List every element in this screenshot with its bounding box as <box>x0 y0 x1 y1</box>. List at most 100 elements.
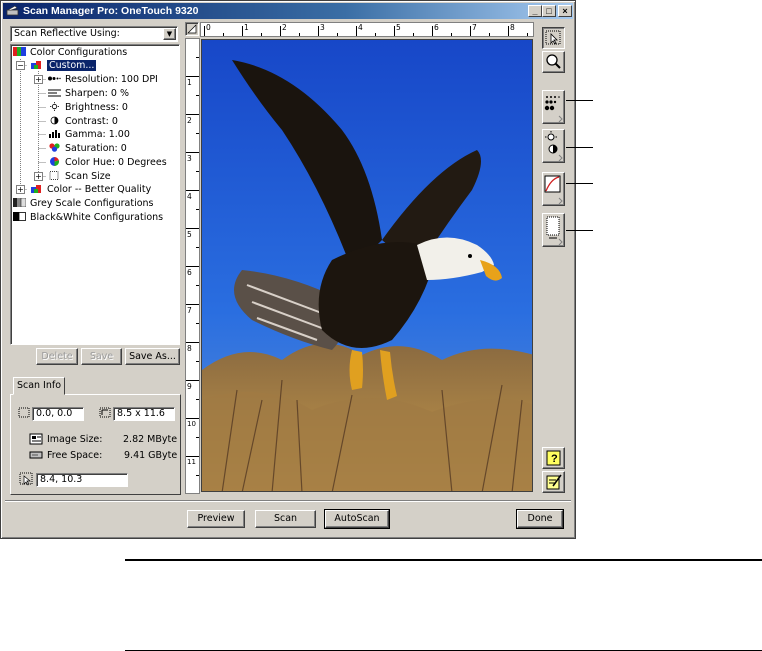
gamma-tool[interactable] <box>542 172 565 206</box>
free-space-value: 9.41 GByte <box>124 450 178 461</box>
tree-label-sharpen: Sharpen: 0 % <box>65 88 129 99</box>
configuration-tree[interactable]: Color Configurations − Custom... + Resol… <box>10 44 180 345</box>
ruler-label: 0 <box>206 23 211 32</box>
tree-item-sharpen[interactable]: Sharpen: 0 % <box>48 87 129 100</box>
tree-item-brightness[interactable]: Brightness: 0 <box>48 101 128 114</box>
black-white-icon <box>13 212 26 221</box>
title-bar: Scan Manager Pro: OneTouch 9320 _ □ × <box>3 3 573 19</box>
resolution-dots-icon <box>544 96 563 123</box>
tree-label-scan-size: Scan Size <box>65 171 111 182</box>
close-button[interactable]: × <box>558 5 572 17</box>
window-title: Scan Manager Pro: OneTouch 9320 <box>23 5 199 17</box>
collapse-icon[interactable]: − <box>16 61 25 70</box>
sharpen-icon <box>48 89 61 97</box>
delete-button[interactable]: Delete <box>36 348 78 365</box>
tree-item-color-configurations[interactable]: Color Configurations <box>13 46 127 59</box>
scan-size-tool[interactable] <box>542 213 565 247</box>
grey-scale-icon <box>13 198 26 207</box>
tree-label-contrast: Contrast: 0 <box>65 116 118 127</box>
tree-label-grey-scale: Grey Scale Configurations <box>30 198 154 209</box>
ruler-label: 7 <box>472 23 477 32</box>
eagle-photo <box>202 40 532 491</box>
resolution-tool[interactable] <box>542 90 565 124</box>
tree-label-color-hue: Color Hue: 0 Degrees <box>65 157 167 168</box>
contrast-icon <box>50 116 59 125</box>
save-button[interactable]: Save <box>81 348 122 365</box>
tree-item-gamma[interactable]: Gamma: 1.00 <box>48 128 130 141</box>
tree-item-custom[interactable]: Custom... <box>30 59 97 72</box>
expand-icon[interactable]: + <box>34 172 43 181</box>
tree-label-gamma: Gamma: 1.00 <box>65 129 130 140</box>
hard-drive-icon <box>29 451 43 459</box>
scan-source-dropdown[interactable]: Scan Reflective Using: ▼ <box>10 26 178 42</box>
ruler-corner <box>185 22 199 36</box>
cursor-position-field: 8.4, 10.3 <box>36 473 128 487</box>
scan-origin-icon <box>18 407 30 418</box>
separator <box>5 500 571 502</box>
tree-label-color-configurations: Color Configurations <box>30 47 128 58</box>
tab-scan-info[interactable]: Scan Info <box>13 377 65 395</box>
tree-item-grey-scale[interactable]: Grey Scale Configurations <box>13 197 154 210</box>
gamma-chart-icon <box>49 130 60 138</box>
scan-info-panel: 0.0, 0.0 8.5 x 11.6 Image Size: 2.82 MBy… <box>10 394 181 495</box>
tree-label-better-quality: Color -- Better Quality <box>47 184 152 195</box>
ruler-label: 3 <box>187 154 192 163</box>
ruler-label: 5 <box>187 230 192 239</box>
vertical-ruler: 1 2 3 4 5 6 7 8 9 10 11 <box>185 38 200 494</box>
tree-label-brightness: Brightness: 0 <box>65 102 128 113</box>
resolution-dots-icon <box>48 76 61 81</box>
horizontal-ruler: 0 1 2 3 4 5 6 7 8 <box>200 22 534 37</box>
ruler-label: 1 <box>187 78 192 87</box>
autoscan-button[interactable]: AutoScan <box>324 509 390 529</box>
brightness-contrast-tool[interactable] <box>542 129 565 163</box>
zoom-tool[interactable] <box>542 51 565 73</box>
ruler-label: 5 <box>396 23 401 32</box>
color-bars-icon <box>13 47 26 56</box>
tree-label-resolution: Resolution: 100 DPI <box>65 74 158 85</box>
image-size-label: Image Size: <box>47 434 103 445</box>
ruler-label: 2 <box>282 23 287 32</box>
ruler-label: 8 <box>510 23 515 32</box>
tree-item-contrast[interactable]: Contrast: 0 <box>48 115 118 128</box>
tree-item-saturation[interactable]: Saturation: 0 <box>48 142 127 155</box>
select-area-tool[interactable] <box>542 27 565 49</box>
tree-item-color-hue[interactable]: Color Hue: 0 Degrees <box>48 156 167 169</box>
notes-tool[interactable] <box>542 471 565 493</box>
minimize-button[interactable]: _ <box>528 5 542 17</box>
preview-image[interactable] <box>201 39 533 492</box>
cursor-position-icon <box>19 472 33 486</box>
ruler-label: 10 <box>187 420 196 428</box>
tree-item-resolution[interactable]: Resolution: 100 DPI <box>48 73 158 86</box>
ruler-label: 7 <box>187 306 192 315</box>
ruler-label: 11 <box>187 458 196 466</box>
tree-item-scan-size[interactable]: Scan Size <box>48 170 111 183</box>
tree-item-black-white[interactable]: Black&White Configurations <box>13 211 163 224</box>
svg-text:?: ? <box>551 453 558 465</box>
ruler-label: 4 <box>358 23 363 32</box>
maximize-button[interactable]: □ <box>542 5 556 17</box>
horizontal-ruler-ticks <box>204 26 528 36</box>
save-as-button[interactable]: Save As... <box>125 348 180 365</box>
page-size-icon <box>546 216 563 246</box>
chevron-down-icon[interactable]: ▼ <box>163 28 176 40</box>
scan-dimensions-field: 8.5 x 11.6 <box>113 407 175 421</box>
tree-label-saturation: Saturation: 0 <box>65 143 127 154</box>
scan-source-value: Scan Reflective Using: <box>14 28 120 39</box>
image-size-value: 2.82 MByte <box>123 434 178 445</box>
ruler-label: 1 <box>244 23 249 32</box>
note-pencil-icon <box>546 474 562 490</box>
tree-label-black-white: Black&White Configurations <box>30 212 164 223</box>
scan-button[interactable]: Scan <box>255 510 316 528</box>
ruler-label: 4 <box>187 192 192 201</box>
color-cubes-icon <box>31 61 41 69</box>
preview-button[interactable]: Preview <box>187 510 245 528</box>
expand-icon[interactable]: + <box>34 75 43 84</box>
sun-icon <box>50 102 59 111</box>
help-tool[interactable]: ? <box>542 447 565 469</box>
color-hue-icon <box>50 157 60 166</box>
expand-icon[interactable]: + <box>16 185 25 194</box>
done-button[interactable]: Done <box>516 509 564 529</box>
ruler-label: 3 <box>320 23 325 32</box>
callout-line-resolution <box>566 100 593 101</box>
tree-item-better-quality[interactable]: Color -- Better Quality <box>30 183 151 196</box>
